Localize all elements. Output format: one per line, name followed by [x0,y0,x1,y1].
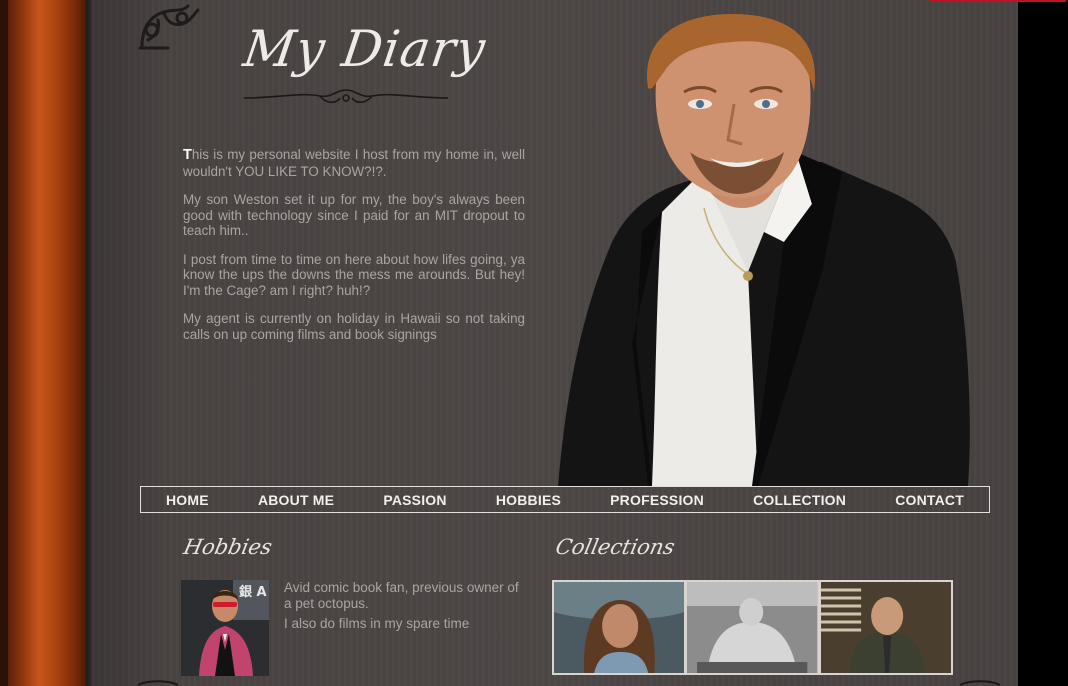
hobby-text-1: Avid comic book fan, previous owner of a… [284,580,519,611]
nav-home[interactable]: HOME [166,492,209,508]
portrait-image [558,14,970,486]
intro-text: This is my personal website I host from … [183,147,525,355]
hobby-text-2: I also do films in my spare time [284,616,470,631]
page-title: My Diary [239,20,490,78]
right-margin [1018,0,1068,686]
drop-cap: T [183,147,192,163]
intro-paragraph-4: My agent is currently on holiday in Hawa… [183,311,525,342]
hobby-thumbnail[interactable]: 銀 A NEW [181,580,269,676]
nav-passion[interactable]: PASSION [383,492,446,508]
book-spine [8,0,86,686]
hobby-description: Avid comic book fan, previous owner of a… [284,580,524,636]
intro-paragraph-1-text: his is my personal website I host from m… [183,147,525,179]
top-red-bar [930,0,1066,2]
nav-hobbies[interactable]: HOBBIES [496,492,561,508]
nav-about-me[interactable]: ABOUT ME [258,492,334,508]
nav-profession[interactable]: PROFESSION [610,492,704,508]
hobbies-heading: Hobbies [181,535,275,559]
nav-collection[interactable]: COLLECTION [753,492,846,508]
bottom-ornament-right-icon [960,680,1000,686]
bottom-ornament-left-icon [138,680,178,686]
title-flourish-icon [243,89,449,104]
nav-contact[interactable]: CONTACT [895,492,964,508]
corner-ornament-icon [138,4,200,50]
main-nav: HOME ABOUT ME PASSION HOBBIES PROFESSION… [140,486,990,513]
collection-gallery [552,580,953,675]
intro-paragraph-1: This is my personal website I host from … [183,147,525,179]
collections-heading: Collections [553,535,677,559]
thumb-caption: 銀 A NEW [239,584,269,600]
collection-image-1[interactable] [554,582,685,673]
collection-image-2[interactable] [687,582,818,673]
intro-paragraph-3: I post from time to time on here about h… [183,251,525,298]
collection-image-3[interactable] [820,582,951,673]
intro-paragraph-2: My son Weston set it up for my, the boy'… [183,192,525,238]
